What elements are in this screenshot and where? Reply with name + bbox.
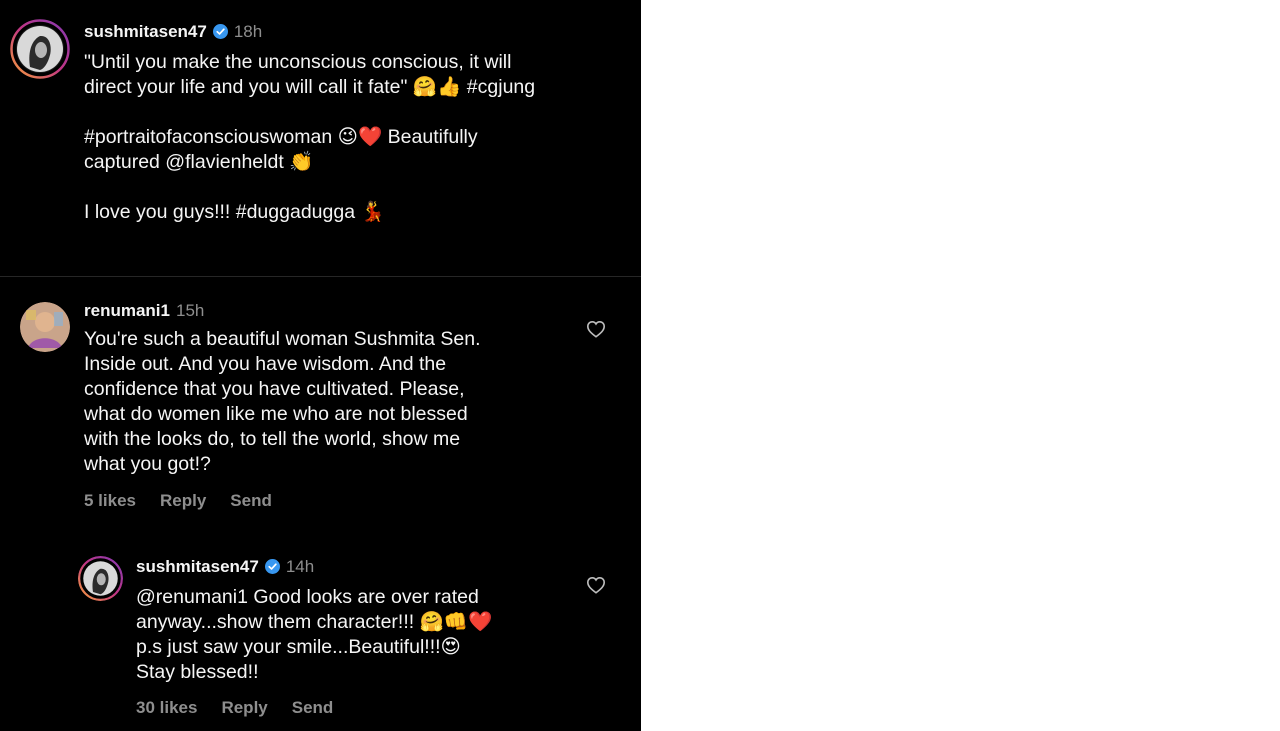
send-button[interactable]: Send <box>230 491 272 510</box>
comment-username[interactable]: renumani1 <box>84 301 170 320</box>
send-button[interactable]: Send <box>292 698 334 717</box>
caption-line: "Until you make the unconscious consciou… <box>84 51 512 73</box>
reply-author-avatar[interactable] <box>78 556 123 601</box>
comment-line: confidence that you have cultivated. Ple… <box>84 378 465 400</box>
verified-badge-icon <box>212 24 228 44</box>
comment-line: You're such a beautiful woman Sushmita S… <box>84 328 481 350</box>
caption-line <box>84 100 535 125</box>
like-comment-heart-icon[interactable] <box>586 320 606 343</box>
reply-time: 14h <box>285 557 315 576</box>
comment-header: renumani1 15h <box>84 301 204 321</box>
likes-count[interactable]: 30 likes <box>136 698 197 717</box>
comment-line: with the looks do, to tell the world, sh… <box>84 428 461 450</box>
comment-time: 15h <box>175 301 205 320</box>
comment-line: what do women like me who are not blesse… <box>84 403 468 425</box>
reply-line: anyway...show them character!!! 🤗👊❤️ <box>136 611 493 633</box>
reply-text: @renumani1 Good looks are over rated any… <box>136 585 492 685</box>
reply-line: Stay blessed!! <box>136 661 259 683</box>
comment-text: You're such a beautiful woman Sushmita S… <box>84 327 481 477</box>
commenter-avatar[interactable] <box>20 302 70 352</box>
post-header: sushmitasen47 18h <box>84 22 262 44</box>
reply-button[interactable]: Reply <box>160 491 206 510</box>
caption-line: I love you guys!!! #duggadugga 💃 <box>84 201 385 223</box>
caption-divider <box>0 276 641 277</box>
verified-badge-icon <box>264 559 280 579</box>
reply-line: p.s just saw your smile...Beautiful!!!😍 <box>136 636 461 658</box>
post-caption: "Until you make the unconscious consciou… <box>84 50 535 225</box>
comment-actions: 5 likes Reply Send <box>84 491 296 511</box>
post-author-avatar[interactable] <box>10 19 70 79</box>
reply-actions: 30 likes Reply Send <box>136 698 357 718</box>
blank-area <box>641 0 1280 731</box>
reply-header: sushmitasen47 14h <box>136 557 314 579</box>
caption-line <box>84 175 535 200</box>
caption-line: captured @flavienheldt 👏 <box>84 151 314 173</box>
caption-line: #portraitofaconsciouswoman 😉❤️ Beautiful… <box>84 126 478 148</box>
reply-line: @renumani1 Good looks are over rated <box>136 586 479 608</box>
comments-panel: sushmitasen47 18h "Until you make the unc… <box>0 0 641 731</box>
post-time: 18h <box>233 22 263 41</box>
comment-line: what you got!? <box>84 453 211 475</box>
caption-line: direct your life and you will call it fa… <box>84 76 536 98</box>
likes-count[interactable]: 5 likes <box>84 491 136 510</box>
reply-username[interactable]: sushmitasen47 <box>136 557 259 576</box>
like-reply-heart-icon[interactable] <box>586 576 606 599</box>
comment-line: Inside out. And you have wisdom. And the <box>84 353 447 375</box>
reply-button[interactable]: Reply <box>221 698 267 717</box>
post-username[interactable]: sushmitasen47 <box>84 22 207 41</box>
